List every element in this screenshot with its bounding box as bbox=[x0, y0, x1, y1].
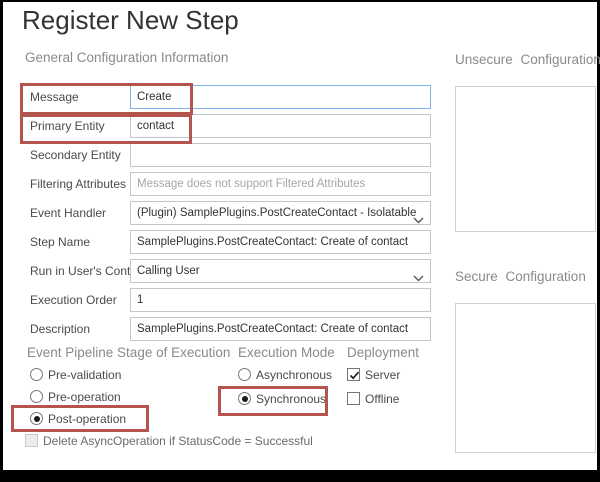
delete-async-operation-label: Delete AsyncOperation if StatusCode = Su… bbox=[43, 434, 313, 448]
step-name-input[interactable] bbox=[130, 230, 431, 254]
secure-configuration-textarea[interactable] bbox=[455, 303, 596, 453]
offline-checkbox[interactable] bbox=[347, 392, 360, 405]
run-in-users-context-select[interactable]: Calling User bbox=[130, 259, 431, 283]
event-handler-select[interactable]: (Plugin) SamplePlugins.PostCreateContact… bbox=[130, 201, 431, 225]
pre-operation-label: Pre-operation bbox=[48, 390, 121, 404]
execution-order-label: Execution Order bbox=[30, 288, 117, 312]
filtering-attributes-label: Filtering Attributes bbox=[30, 172, 126, 196]
page-title: Register New Step bbox=[22, 5, 239, 36]
event-pipeline-stage-heading: Event Pipeline Stage of Execution bbox=[27, 345, 230, 360]
asynchronous-label: Asynchronous bbox=[256, 368, 332, 382]
pre-operation-radio[interactable] bbox=[30, 390, 43, 403]
deployment-heading: Deployment bbox=[347, 345, 419, 360]
field-row-event-handler: Event Handler (Plugin) SamplePlugins.Pos… bbox=[3, 201, 433, 225]
post-operation-radio[interactable] bbox=[30, 412, 43, 425]
field-row-message: Message bbox=[3, 85, 433, 109]
message-input[interactable] bbox=[130, 85, 431, 109]
post-operation-label: Post-operation bbox=[48, 412, 126, 426]
check-icon bbox=[348, 369, 361, 382]
primary-entity-label: Primary Entity bbox=[30, 114, 105, 138]
field-row-execution-order: Execution Order bbox=[3, 288, 433, 312]
chevron-down-icon bbox=[413, 210, 424, 217]
field-row-secondary-entity: Secondary Entity bbox=[3, 143, 433, 167]
primary-entity-input[interactable] bbox=[130, 114, 431, 138]
pre-validation-radio[interactable] bbox=[30, 368, 43, 381]
message-label: Message bbox=[30, 85, 79, 109]
field-row-step-name: Step Name bbox=[3, 230, 433, 254]
filtering-attributes-input[interactable] bbox=[130, 172, 431, 196]
field-row-filtering-attributes: Filtering Attributes bbox=[3, 172, 433, 196]
server-checkbox[interactable] bbox=[347, 368, 360, 381]
description-input[interactable] bbox=[130, 317, 431, 341]
run-in-users-context-value: Calling User bbox=[137, 265, 200, 277]
screenshot-frame: Register New Step General Configuration … bbox=[0, 0, 600, 482]
event-handler-value: (Plugin) SamplePlugins.PostCreateContact… bbox=[137, 207, 416, 219]
secondary-entity-label: Secondary Entity bbox=[30, 143, 121, 167]
run-in-users-context-label: Run in User's Context bbox=[30, 259, 146, 283]
synchronous-radio[interactable] bbox=[238, 392, 251, 405]
server-label: Server bbox=[365, 368, 400, 382]
field-row-description: Description bbox=[3, 317, 433, 341]
register-new-step-dialog: Register New Step General Configuration … bbox=[3, 2, 597, 470]
synchronous-label: Synchronous bbox=[256, 392, 326, 406]
field-row-primary-entity: Primary Entity bbox=[3, 114, 433, 138]
secure-configuration-heading: Secure Configuration bbox=[455, 269, 586, 284]
unsecure-configuration-textarea[interactable] bbox=[455, 86, 596, 232]
unsecure-configuration-heading: Unsecure Configuration bbox=[455, 52, 600, 67]
execution-mode-heading: Execution Mode bbox=[238, 345, 335, 360]
field-row-run-in-users-context: Run in User's Context Calling User bbox=[3, 259, 433, 283]
description-label: Description bbox=[30, 317, 90, 341]
offline-label: Offline bbox=[365, 392, 399, 406]
pre-validation-label: Pre-validation bbox=[48, 368, 121, 382]
execution-order-input[interactable] bbox=[130, 288, 431, 312]
asynchronous-radio[interactable] bbox=[238, 368, 251, 381]
chevron-down-icon bbox=[413, 268, 424, 275]
step-name-label: Step Name bbox=[30, 230, 90, 254]
event-handler-label: Event Handler bbox=[30, 201, 106, 225]
delete-async-operation-checkbox bbox=[25, 434, 38, 447]
secondary-entity-input[interactable] bbox=[130, 143, 431, 167]
general-configuration-heading: General Configuration Information bbox=[25, 50, 228, 65]
